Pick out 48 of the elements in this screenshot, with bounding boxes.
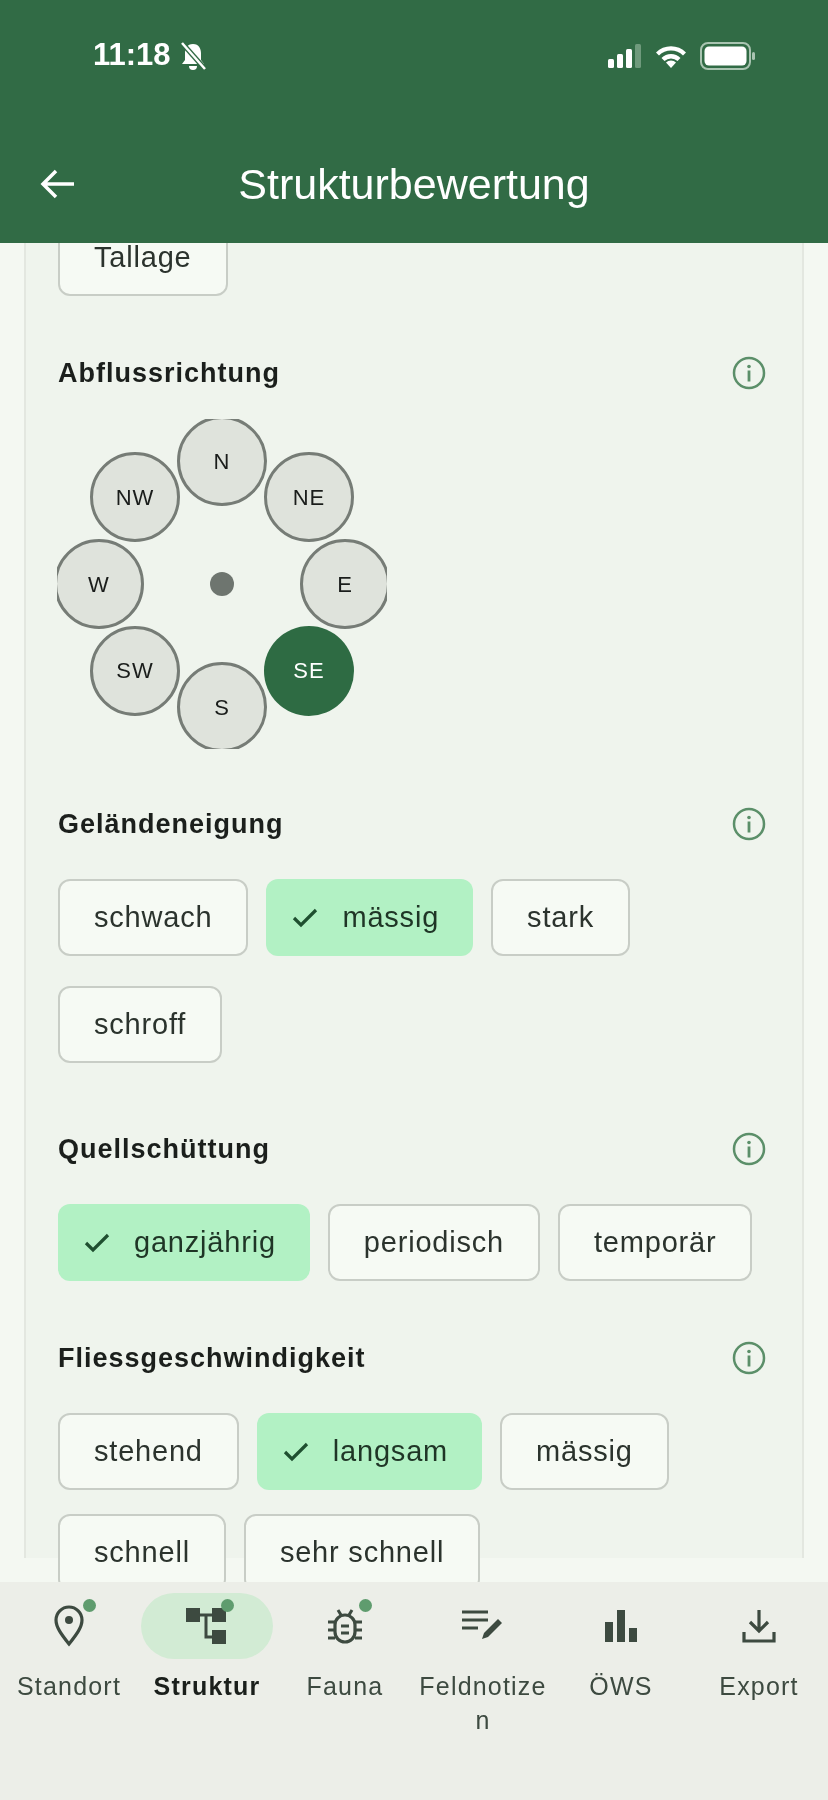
direction-button[interactable]: W [57,539,144,629]
hierarchy-icon [186,1606,228,1646]
section-title: Abflussrichtung [58,356,280,390]
check-icon [84,1232,110,1253]
nav-label: Fauna [305,1671,385,1702]
info-icon[interactable] [732,1341,766,1375]
section-title: Geländeneigung [58,807,284,841]
direction-button[interactable]: NE [263,452,354,542]
check-icon [292,907,319,928]
option-chip[interactable]: stehend [58,1413,239,1490]
nav-label: Feldnotizen [418,1671,548,1736]
section-title: Quellschüttung [58,1132,270,1166]
wifi-icon [654,43,688,68]
location-pin-icon [52,1605,86,1647]
direction-button[interactable]: NW [90,452,180,542]
direction-button[interactable]: E [300,539,387,629]
signal-icon [608,43,642,68]
download-icon [742,1608,776,1644]
info-icon[interactable] [732,356,766,390]
option-chip[interactable]: Tallage [58,243,228,296]
option-chip[interactable]: langsam [256,1413,483,1490]
nav-label: Standort [15,1671,123,1702]
option-chip[interactable]: schwach [58,879,249,956]
direction-button[interactable]: N [177,419,267,506]
info-icon[interactable] [732,807,766,841]
option-chip[interactable]: sehr schnell [243,1514,481,1582]
check-icon [282,1441,309,1462]
direction-button[interactable]: SW [90,625,180,716]
nav-label: Export [718,1671,800,1702]
direction-button[interactable]: SE [263,625,354,716]
option-chip[interactable]: ganzjährig [58,1204,310,1281]
section-title: Fliessgeschwindigkeit [58,1341,366,1375]
option-chip[interactable]: schroff [58,986,223,1063]
option-chip[interactable]: mässig [500,1413,669,1490]
back-arrow-icon[interactable] [40,168,76,200]
battery-icon [700,41,756,70]
status-time: 11:18 [93,36,171,75]
screen-title: Strukturbewertung [237,158,591,210]
option-chip[interactable]: schnell [58,1514,226,1582]
bar-chart-icon [604,1609,638,1643]
option-chip[interactable]: periodisch [327,1204,540,1281]
option-chip[interactable]: stark [491,879,630,956]
direction-button[interactable]: S [177,662,267,749]
option-chip[interactable]: mässig [266,879,474,956]
info-icon[interactable] [732,1132,766,1166]
option-chip[interactable]: temporär [558,1204,753,1281]
nav-label: Struktur [152,1671,262,1702]
nav-label: ÖWS [588,1671,654,1702]
